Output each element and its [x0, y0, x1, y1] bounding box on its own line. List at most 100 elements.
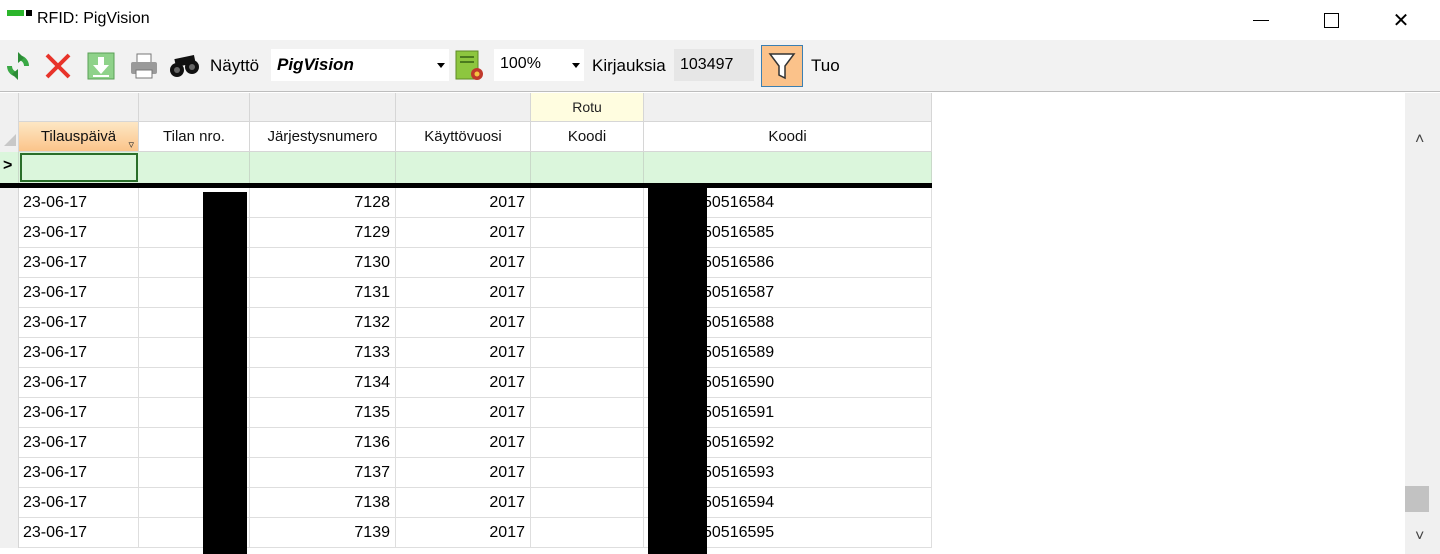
zoom-select[interactable]: 100% — [494, 49, 584, 81]
cell-jarjestysnumero[interactable]: 7136 — [250, 428, 396, 458]
cell-tilauspaiva[interactable]: 23-06-17 — [19, 338, 139, 368]
column-header-koodi[interactable]: Koodi — [644, 122, 932, 152]
cell-jarjestysnumero[interactable]: 7131 — [250, 278, 396, 308]
cell-kayttovuosi[interactable]: 2017 — [396, 518, 531, 548]
cell-kayttovuosi[interactable]: 2017 — [396, 278, 531, 308]
download-button[interactable] — [85, 50, 117, 82]
table-row[interactable]: 23-06-17 7133 2017 50516589 — [0, 338, 932, 368]
cell-rotu-koodi[interactable] — [531, 458, 644, 488]
cell-tilauspaiva[interactable]: 23-06-17 — [19, 398, 139, 428]
cell-kayttovuosi[interactable]: 2017 — [396, 338, 531, 368]
row-header[interactable] — [0, 518, 19, 548]
table-row[interactable]: 23-06-17 7134 2017 50516590 — [0, 368, 932, 398]
cell-tilauspaiva[interactable]: 23-06-17 — [19, 488, 139, 518]
scroll-up-icon[interactable]: ˄ — [1415, 131, 1424, 149]
row-header[interactable] — [0, 338, 19, 368]
cell-tilauspaiva[interactable]: 23-06-17 — [19, 188, 139, 218]
cell-tilauspaiva[interactable]: 23-06-17 — [19, 248, 139, 278]
row-header[interactable] — [0, 188, 19, 218]
report-settings-button[interactable] — [452, 49, 488, 83]
table-row[interactable]: 23-06-17 7130 2017 50516586 — [0, 248, 932, 278]
cell-rotu-koodi[interactable] — [531, 248, 644, 278]
cell-rotu-koodi[interactable] — [531, 488, 644, 518]
cell-rotu-koodi[interactable] — [531, 518, 644, 548]
table-row[interactable]: 23-06-17 7137 2017 50516593 — [0, 458, 932, 488]
find-button[interactable] — [166, 50, 204, 82]
cell-rotu-koodi[interactable] — [531, 278, 644, 308]
column-header-tilan-nro[interactable]: Tilan nro. — [139, 122, 250, 152]
scroll-down-icon[interactable]: ˅ — [1415, 528, 1424, 546]
minimize-button[interactable] — [1232, 0, 1290, 40]
column-header-rotu-koodi[interactable]: Koodi — [531, 122, 644, 152]
cell-kayttovuosi[interactable]: 2017 — [396, 368, 531, 398]
cell-kayttovuosi[interactable]: 2017 — [396, 428, 531, 458]
row-header[interactable] — [0, 488, 19, 518]
cell-rotu-koodi[interactable] — [531, 338, 644, 368]
row-header[interactable] — [0, 398, 19, 428]
column-header-tilauspaiva[interactable]: Tilauspäivä ▿ — [19, 122, 139, 152]
cell-jarjestysnumero[interactable]: 7139 — [250, 518, 396, 548]
table-row[interactable]: 23-06-17 7136 2017 50516592 — [0, 428, 932, 458]
cell-jarjestysnumero[interactable]: 7134 — [250, 368, 396, 398]
table-row[interactable]: 23-06-17 7138 2017 50516594 — [0, 488, 932, 518]
new-row-cell[interactable] — [644, 152, 932, 183]
maximize-button[interactable] — [1302, 0, 1360, 40]
cell-kayttovuosi[interactable]: 2017 — [396, 188, 531, 218]
cell-kayttovuosi[interactable]: 2017 — [396, 218, 531, 248]
cell-jarjestysnumero[interactable]: 7135 — [250, 398, 396, 428]
cell-kayttovuosi[interactable]: 2017 — [396, 248, 531, 278]
cell-kayttovuosi[interactable]: 2017 — [396, 458, 531, 488]
row-header[interactable] — [0, 218, 19, 248]
cell-rotu-koodi[interactable] — [531, 428, 644, 458]
cell-rotu-koodi[interactable] — [531, 368, 644, 398]
cell-tilauspaiva[interactable]: 23-06-17 — [19, 308, 139, 338]
vertical-scrollbar[interactable]: ˄ ˅ — [1405, 93, 1440, 554]
cell-tilauspaiva[interactable]: 23-06-17 — [19, 368, 139, 398]
cell-kayttovuosi[interactable]: 2017 — [396, 398, 531, 428]
cell-tilauspaiva[interactable]: 23-06-17 — [19, 428, 139, 458]
cell-rotu-koodi[interactable] — [531, 308, 644, 338]
cell-kayttovuosi[interactable]: 2017 — [396, 488, 531, 518]
cell-rotu-koodi[interactable] — [531, 398, 644, 428]
new-row-cell[interactable] — [250, 152, 396, 183]
new-row-cell[interactable] — [139, 152, 250, 183]
table-row[interactable]: 23-06-17 7132 2017 50516588 — [0, 308, 932, 338]
view-select[interactable]: PigVision — [271, 49, 449, 81]
row-header[interactable] — [0, 248, 19, 278]
table-row[interactable]: 23-06-17 7135 2017 50516591 — [0, 398, 932, 428]
active-cell-editor[interactable] — [20, 153, 138, 182]
row-header[interactable] — [0, 308, 19, 338]
select-all-corner[interactable] — [0, 93, 19, 152]
new-row-cell[interactable] — [531, 152, 644, 183]
cell-rotu-koodi[interactable] — [531, 188, 644, 218]
cell-jarjestysnumero[interactable]: 7137 — [250, 458, 396, 488]
cell-jarjestysnumero[interactable]: 7138 — [250, 488, 396, 518]
cell-jarjestysnumero[interactable]: 7128 — [250, 188, 396, 218]
new-row[interactable]: > — [0, 152, 932, 183]
cell-jarjestysnumero[interactable]: 7133 — [250, 338, 396, 368]
cell-kayttovuosi[interactable]: 2017 — [396, 308, 531, 338]
cell-jarjestysnumero[interactable]: 7129 — [250, 218, 396, 248]
filter-button[interactable] — [761, 45, 803, 87]
import-label[interactable]: Tuo — [811, 56, 840, 76]
table-row[interactable]: 23-06-17 7129 2017 50516585 — [0, 218, 932, 248]
column-header-jarjestysnumero[interactable]: Järjestysnumero — [250, 122, 396, 152]
cell-rotu-koodi[interactable] — [531, 218, 644, 248]
row-header[interactable] — [0, 368, 19, 398]
table-row[interactable]: 23-06-17 7128 2017 50516584 — [0, 188, 932, 218]
new-row-cell[interactable] — [396, 152, 531, 183]
row-header[interactable] — [0, 458, 19, 488]
cell-jarjestysnumero[interactable]: 7130 — [250, 248, 396, 278]
table-row[interactable]: 23-06-17 7131 2017 50516587 — [0, 278, 932, 308]
row-header[interactable] — [0, 278, 19, 308]
cell-tilauspaiva[interactable]: 23-06-17 — [19, 278, 139, 308]
cell-tilauspaiva[interactable]: 23-06-17 — [19, 458, 139, 488]
refresh-button[interactable] — [2, 50, 34, 82]
row-header[interactable] — [0, 428, 19, 458]
scroll-thumb[interactable] — [1405, 486, 1429, 512]
column-header-kayttovuosi[interactable]: Käyttövuosi — [396, 122, 531, 152]
cell-tilauspaiva[interactable]: 23-06-17 — [19, 218, 139, 248]
cell-tilauspaiva[interactable]: 23-06-17 — [19, 518, 139, 548]
close-button[interactable]: ✕ — [1372, 0, 1430, 40]
print-button[interactable] — [127, 50, 161, 82]
